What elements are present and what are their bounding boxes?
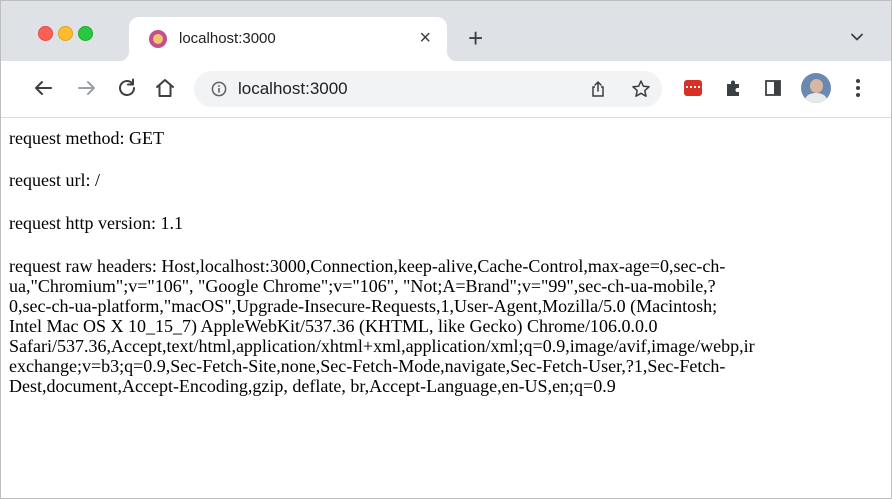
raw-headers-line: Safari/537.36,Accept,text/html,applicati… [9, 336, 755, 356]
request-method-line: request method: GET [9, 128, 164, 148]
raw-headers-line: ua,"Chromium";v="106", "Google Chrome";v… [9, 276, 716, 296]
request-http-version-line: request http version: 1.1 [9, 213, 183, 233]
extension-icon[interactable] [684, 80, 702, 96]
tab-strip: localhost:3000 × + [1, 1, 891, 61]
tab-search-chevron-icon[interactable] [849, 29, 865, 45]
puzzle-icon[interactable] [723, 78, 743, 98]
address-bar[interactable]: localhost:3000 [194, 71, 662, 107]
side-panel-icon[interactable] [765, 80, 781, 96]
page-content: request method: GET request url: / reque… [1, 118, 891, 498]
home-icon[interactable] [153, 76, 177, 100]
toolbar: localhost:3000 [1, 61, 891, 118]
raw-headers-line: Dest,document,Accept-Encoding,gzip, defl… [9, 376, 616, 396]
request-url-line: request url: / [9, 170, 100, 190]
browser-window: localhost:3000 × + localhost:3000 reques… [0, 0, 892, 499]
node-favicon-icon [149, 30, 167, 48]
tab-title: localhost:3000 [179, 30, 276, 47]
menu-icon[interactable] [855, 78, 861, 98]
window-close-button[interactable] [38, 26, 53, 41]
info-icon[interactable] [211, 81, 227, 97]
raw-headers-line: 0,sec-ch-ua-platform,"macOS",Upgrade-Ins… [9, 296, 718, 316]
tab-close-button[interactable]: × [419, 27, 431, 49]
profile-avatar[interactable] [801, 73, 831, 103]
raw-headers-line: request raw headers: Host,localhost:3000… [9, 256, 726, 276]
window-minimize-button[interactable] [58, 26, 73, 41]
forward-icon[interactable] [75, 76, 99, 100]
tab-localhost[interactable]: localhost:3000 × [119, 17, 457, 61]
star-icon[interactable] [631, 79, 651, 99]
raw-headers-line: exchange;v=b3;q=0.9,Sec-Fetch-Site,none,… [9, 356, 726, 376]
raw-headers-line: Intel Mac OS X 10_15_7) AppleWebKit/537.… [9, 316, 658, 336]
new-tab-button[interactable]: + [468, 25, 483, 51]
share-icon[interactable] [589, 80, 607, 98]
url-text[interactable]: localhost:3000 [238, 79, 348, 99]
back-icon[interactable] [31, 76, 55, 100]
reload-icon[interactable] [115, 76, 139, 100]
window-maximize-button[interactable] [78, 26, 93, 41]
